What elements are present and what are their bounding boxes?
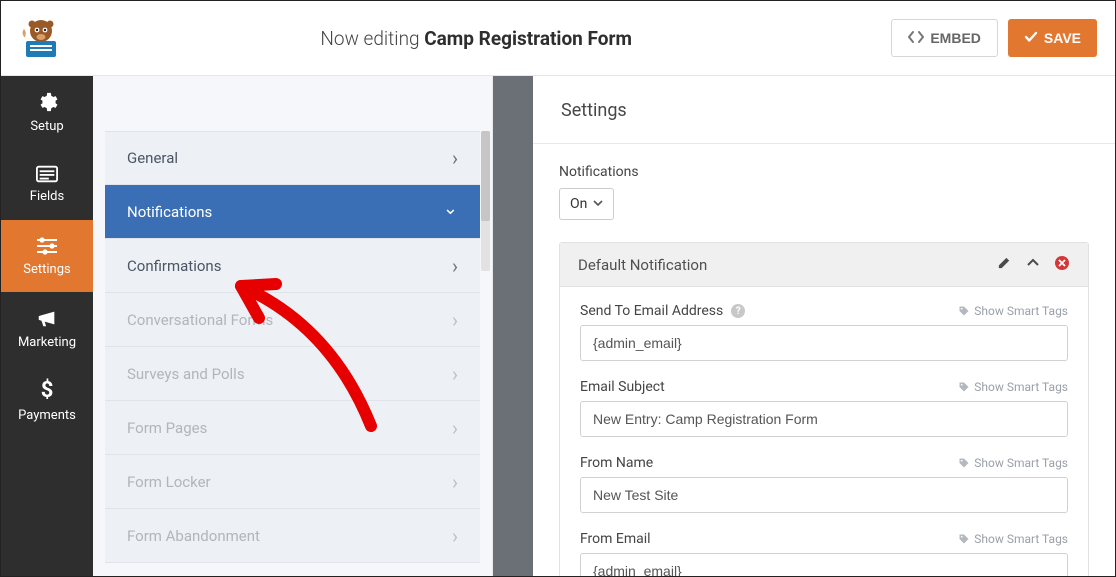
app-logo xyxy=(11,15,71,61)
notification-card: Default Notification xyxy=(559,242,1089,576)
notifications-label: Notifications xyxy=(559,164,1089,180)
nav-label: Settings xyxy=(23,262,70,277)
chevron-right-icon xyxy=(452,308,458,332)
field-label-from-email: From Email xyxy=(580,531,651,547)
main-title: Settings xyxy=(533,76,1115,144)
embed-label: EMBED xyxy=(930,30,981,46)
smart-tags-label: Show Smart Tags xyxy=(974,532,1068,546)
settings-item-form-locker[interactable]: Form Locker xyxy=(105,455,480,509)
settings-item-label: Notifications xyxy=(127,203,212,221)
settings-item-confirmations[interactable]: Confirmations xyxy=(105,239,480,293)
megaphone-icon xyxy=(36,307,58,329)
dollar-icon: $ xyxy=(39,378,55,402)
embed-button[interactable]: EMBED xyxy=(891,19,998,57)
scrollbar-thumb[interactable] xyxy=(481,131,490,221)
delete-icon[interactable] xyxy=(1054,255,1070,275)
form-name: Camp Registration Form xyxy=(424,27,632,50)
editing-prefix: Now editing xyxy=(320,27,419,50)
chevron-right-icon xyxy=(452,146,458,170)
edit-icon[interactable] xyxy=(997,255,1012,274)
settings-item-label: Form Locker xyxy=(127,473,211,491)
settings-item-label: General xyxy=(127,149,178,167)
nav-setup[interactable]: Setup xyxy=(1,76,93,148)
settings-item-label: Form Abandonment xyxy=(127,527,260,545)
chevron-right-icon xyxy=(452,470,458,494)
page-title: Now editing Camp Registration Form xyxy=(71,27,881,50)
top-header: Now editing Camp Registration Form EMBED… xyxy=(1,1,1115,76)
nav-label: Setup xyxy=(30,119,63,134)
nav-payments[interactable]: $ Payments xyxy=(1,364,93,436)
card-title: Default Notification xyxy=(578,256,707,274)
smart-tags-label: Show Smart Tags xyxy=(974,380,1068,394)
nav-fields[interactable]: Fields xyxy=(1,148,93,220)
help-icon[interactable]: ? xyxy=(731,304,745,318)
field-label-from-name: From Name xyxy=(580,455,653,471)
nav-label: Fields xyxy=(30,189,64,204)
sliders-icon xyxy=(35,236,59,256)
field-label-email-subject: Email Subject xyxy=(580,379,665,395)
svg-text:$: $ xyxy=(41,378,54,402)
scrollbar[interactable] xyxy=(481,131,490,271)
tag-icon xyxy=(958,305,970,317)
email-subject-input[interactable] xyxy=(580,401,1068,437)
tag-icon xyxy=(958,381,970,393)
show-smart-tags-link[interactable]: Show Smart Tags xyxy=(958,456,1068,470)
settings-item-conversational-forms[interactable]: Conversational Forms xyxy=(105,293,480,347)
settings-item-label: Confirmations xyxy=(127,257,221,275)
settings-item-general[interactable]: General xyxy=(105,131,480,185)
nav-marketing[interactable]: Marketing xyxy=(1,292,93,364)
panel-divider xyxy=(493,76,533,576)
nav-settings[interactable]: Settings xyxy=(1,220,93,292)
chevron-right-icon xyxy=(452,416,458,440)
show-smart-tags-link[interactable]: Show Smart Tags xyxy=(958,380,1068,394)
settings-item-form-abandonment[interactable]: Form Abandonment xyxy=(105,509,480,563)
label-text: Send To Email Address xyxy=(580,303,723,319)
smart-tags-label: Show Smart Tags xyxy=(974,304,1068,318)
tag-icon xyxy=(958,457,970,469)
nav-rail: Setup Fields Settings Marketing $ Paymen… xyxy=(1,76,93,576)
settings-subpanel: General Notifications Confirmations Conv… xyxy=(93,76,493,576)
from-email-input[interactable] xyxy=(580,553,1068,576)
check-icon xyxy=(1024,30,1038,47)
save-button[interactable]: SAVE xyxy=(1008,19,1097,57)
select-value: On xyxy=(570,196,587,212)
smart-tags-label: Show Smart Tags xyxy=(974,456,1068,470)
settings-item-label: Surveys and Polls xyxy=(127,365,245,383)
main-content: Settings Notifications On Default Notifi… xyxy=(533,76,1115,576)
chevron-right-icon xyxy=(452,362,458,386)
notifications-toggle-select[interactable]: On xyxy=(559,188,614,220)
settings-item-notifications[interactable]: Notifications xyxy=(105,185,480,239)
list-icon xyxy=(36,165,58,183)
chevron-right-icon xyxy=(452,254,458,278)
show-smart-tags-link[interactable]: Show Smart Tags xyxy=(958,532,1068,546)
nav-label: Payments xyxy=(18,408,76,423)
code-icon xyxy=(908,30,924,47)
tag-icon xyxy=(958,533,970,545)
settings-item-label: Form Pages xyxy=(127,419,207,437)
show-smart-tags-link[interactable]: Show Smart Tags xyxy=(958,304,1068,318)
send-to-email-input[interactable] xyxy=(580,325,1068,361)
gear-icon xyxy=(36,91,58,113)
chevron-right-icon xyxy=(452,524,458,548)
chevron-down-icon xyxy=(593,196,603,212)
settings-item-label: Conversational Forms xyxy=(127,311,273,329)
field-label-send-to: Send To Email Address ? xyxy=(580,303,745,319)
settings-item-form-pages[interactable]: Form Pages xyxy=(105,401,480,455)
collapse-icon[interactable] xyxy=(1026,256,1040,274)
nav-label: Marketing xyxy=(18,335,76,350)
save-label: SAVE xyxy=(1044,30,1081,46)
settings-item-surveys-polls[interactable]: Surveys and Polls xyxy=(105,347,480,401)
from-name-input[interactable] xyxy=(580,477,1068,513)
chevron-down-icon xyxy=(443,201,458,222)
